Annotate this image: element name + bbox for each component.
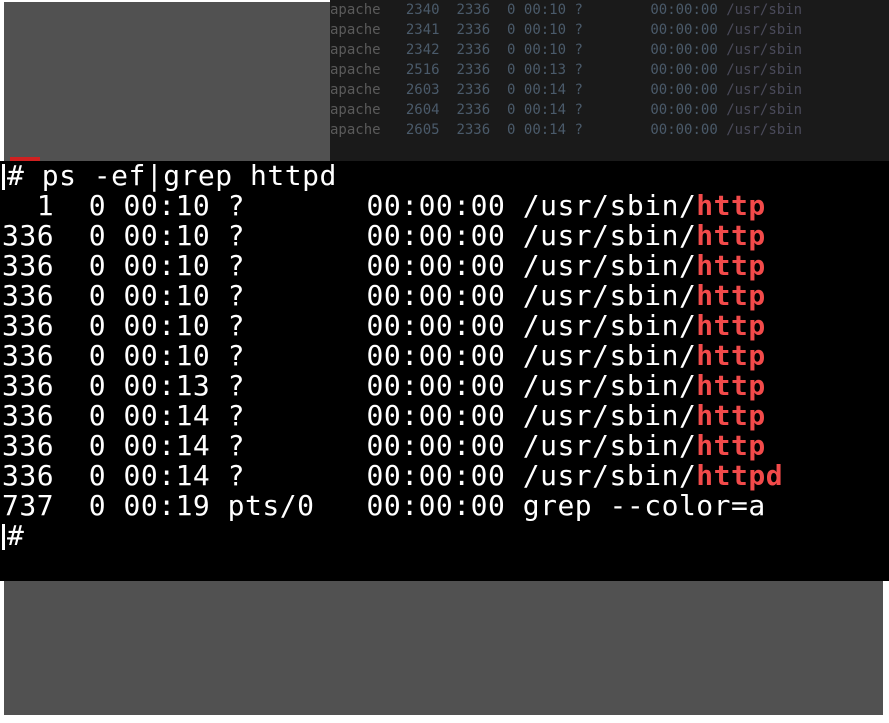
process-row: 336 0 00:14 ? 00:00:00 /usr/sbin/http: [2, 401, 889, 431]
process-row: 336 0 00:10 ? 00:00:00 /usr/sbin/http: [2, 251, 889, 281]
prompt-symbol: #: [7, 519, 24, 552]
bg-process-row: apache 2603 2336 0 00:14 ? 00:00:00 /usr…: [330, 80, 889, 100]
bg-process-row: apache 2341 2336 0 00:10 ? 00:00:00 /usr…: [330, 20, 889, 40]
process-row: 336 0 00:10 ? 00:00:00 /usr/sbin/http: [2, 311, 889, 341]
process-row: 1 0 00:10 ? 00:00:00 /usr/sbin/http: [2, 191, 889, 221]
background-terminal: apache 2340 2336 0 00:10 ? 00:00:00 /usr…: [330, 0, 889, 165]
final-prompt-line[interactable]: #: [2, 521, 889, 551]
bg-process-row: apache 2605 2336 0 00:14 ? 00:00:00 /usr…: [330, 120, 889, 140]
grep-row: 737 0 00:19 pts/0 00:00:00 grep --color=…: [2, 491, 889, 521]
command-line[interactable]: # ps -ef|grep httpd: [2, 161, 889, 191]
process-row: 336 0 00:14 ? 00:00:00 /usr/sbin/httpd: [2, 461, 889, 491]
cursor-icon: [2, 524, 5, 550]
process-list: 1 0 00:10 ? 00:00:00 /usr/sbin/http336 0…: [2, 191, 889, 491]
bg-process-row: apache 2342 2336 0 00:10 ? 00:00:00 /usr…: [330, 40, 889, 60]
bg-process-row: apache 2516 2336 0 00:13 ? 00:00:00 /usr…: [330, 60, 889, 80]
process-row: 336 0 00:10 ? 00:00:00 /usr/sbin/http: [2, 221, 889, 251]
prompt-symbol: #: [7, 161, 24, 192]
process-row: 336 0 00:14 ? 00:00:00 /usr/sbin/http: [2, 431, 889, 461]
process-row: 336 0 00:10 ? 00:00:00 /usr/sbin/http: [2, 341, 889, 371]
bg-process-row: apache 2340 2336 0 00:10 ? 00:00:00 /usr…: [330, 0, 889, 20]
cursor-icon: [2, 164, 5, 190]
bg-process-row: apache 2604 2336 0 00:14 ? 00:00:00 /usr…: [330, 100, 889, 120]
terminal-pane[interactable]: # ps -ef|grep httpd 1 0 00:10 ? 00:00:00…: [0, 161, 889, 581]
command-text: ps -ef|grep httpd: [42, 161, 337, 192]
process-row: 336 0 00:10 ? 00:00:00 /usr/sbin/http: [2, 281, 889, 311]
process-row: 336 0 00:13 ? 00:00:00 /usr/sbin/http: [2, 371, 889, 401]
